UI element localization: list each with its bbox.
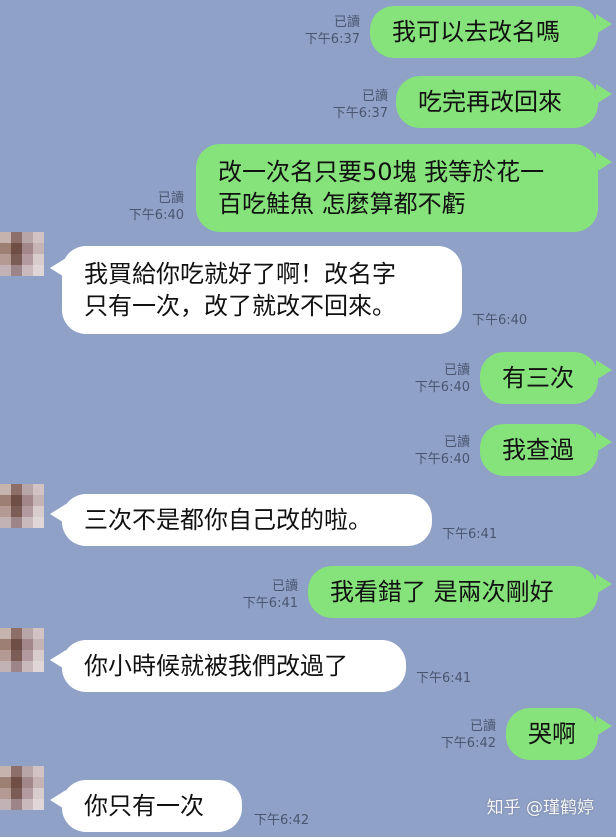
message-bubble-incoming[interactable]: 我買給你吃就好了啊！改名字 只有一次，改了就改不回來。 [62, 246, 462, 334]
message-bubble-incoming[interactable]: 你只有一次 [62, 780, 242, 832]
message-text-line: 改一次名只要50塊 我等於花一 [218, 158, 545, 186]
message-text: 你只有一次 [84, 792, 204, 820]
message-time: 下午6:40 [472, 313, 528, 328]
contact-avatar[interactable] [0, 628, 44, 672]
message-meta: 已讀 下午6:40 [390, 434, 470, 468]
message-text: 哭啊 [528, 720, 576, 748]
message-text: 我看錯了 是兩次剛好 [330, 578, 554, 606]
message-meta: 已讀 下午6:42 [416, 718, 496, 752]
message-text-line: 我買給你吃就好了啊！改名字 [84, 260, 396, 288]
message-meta: 已讀 下午6:41 [218, 578, 298, 612]
contact-avatar[interactable] [0, 232, 44, 276]
read-receipt: 已讀 [361, 89, 388, 104]
read-receipt: 已讀 [443, 363, 470, 378]
bubble-tail [596, 14, 612, 34]
message-meta: 已讀 下午6:40 [104, 190, 184, 224]
bubble-tail [596, 84, 612, 104]
bubble-tail [596, 152, 612, 172]
message-time: 下午6:37 [332, 106, 388, 121]
message-text: 我查過 [502, 436, 574, 464]
message-time: 下午6:40 [128, 208, 184, 223]
message-bubble-outgoing[interactable]: 我查過 [480, 424, 598, 476]
message-bubble-outgoing[interactable]: 我可以去改名嗎 [370, 6, 598, 58]
read-receipt: 已讀 [443, 435, 470, 450]
message-bubble-outgoing[interactable]: 吃完再改回來 [396, 76, 598, 128]
message-bubble-outgoing[interactable]: 我看錯了 是兩次剛好 [308, 566, 598, 618]
message-time: 下午6:41 [442, 527, 498, 542]
message-meta: 已讀 下午6:37 [280, 14, 360, 48]
message-bubble-incoming[interactable]: 三次不是都你自己改的啦。 [62, 494, 432, 546]
message-time: 下午6:40 [414, 380, 470, 395]
message-time: 下午6:41 [416, 671, 472, 686]
read-receipt: 已讀 [271, 579, 298, 594]
bubble-tail [596, 432, 612, 452]
message-text: 三次不是都你自己改的啦。 [84, 506, 372, 534]
message-bubble-outgoing[interactable]: 哭啊 [506, 708, 598, 760]
message-time: 下午6:41 [242, 596, 298, 611]
message-text: 吃完再改回來 [418, 88, 562, 116]
message-text: 我可以去改名嗎 [392, 18, 560, 46]
message-bubble-outgoing[interactable]: 有三次 [480, 352, 598, 404]
message-time: 下午6:42 [254, 813, 310, 828]
contact-avatar[interactable] [0, 484, 44, 528]
read-receipt: 已讀 [469, 719, 496, 734]
contact-avatar[interactable] [0, 766, 44, 810]
message-time: 下午6:42 [440, 736, 496, 751]
message-text: 有三次 [502, 364, 574, 392]
bubble-tail [596, 360, 612, 380]
message-time: 下午6:40 [414, 452, 470, 467]
message-meta: 已讀 下午6:37 [308, 88, 388, 122]
message-text-line: 百吃鮭魚 怎麼算都不虧 [218, 190, 466, 218]
message-text-line: 只有一次，改了就改不回來。 [84, 292, 396, 320]
bubble-tail [596, 716, 612, 736]
message-meta: 已讀 下午6:40 [390, 362, 470, 396]
message-bubble-outgoing[interactable]: 改一次名只要50塊 我等於花一 百吃鮭魚 怎麼算都不虧 [196, 144, 598, 232]
message-bubble-incoming[interactable]: 你小時候就被我們改過了 [62, 640, 406, 692]
read-receipt: 已讀 [333, 15, 360, 30]
read-receipt: 已讀 [157, 191, 184, 206]
zhihu-watermark: 知乎 @瑾鹤婷 [486, 798, 594, 818]
message-time: 下午6:37 [304, 32, 360, 47]
message-text: 你小時候就被我們改過了 [84, 652, 348, 680]
bubble-tail [596, 574, 612, 594]
